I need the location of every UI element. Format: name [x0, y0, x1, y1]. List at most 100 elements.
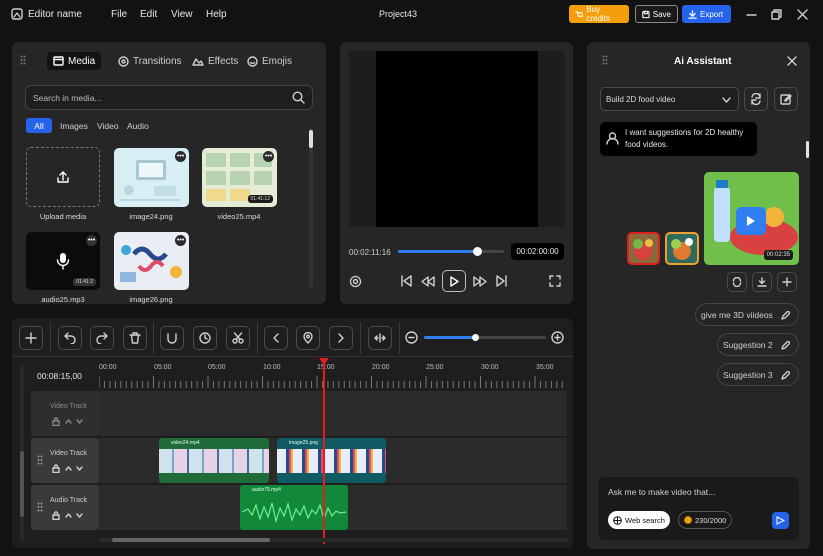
playhead[interactable]: [323, 360, 325, 544]
suggestion-chip[interactable]: give me 3D viideos: [695, 303, 799, 326]
play-button[interactable]: [442, 270, 466, 292]
chevron-down-icon[interactable]: [76, 419, 83, 424]
export-button[interactable]: Export: [682, 5, 731, 23]
restore-icon[interactable]: [771, 9, 782, 20]
filter-all[interactable]: All: [26, 118, 52, 133]
skip-start-icon[interactable]: [400, 275, 413, 287]
download-button[interactable]: [752, 272, 772, 292]
generated-video[interactable]: 00:02:35: [704, 172, 799, 265]
media-item-audio25[interactable]: ••• 01:41:2: [26, 232, 100, 290]
chevron-up-icon[interactable]: [65, 466, 72, 471]
upload-media-button[interactable]: [26, 147, 100, 207]
timeline-vscroll[interactable]: [20, 365, 24, 540]
more-options-icon[interactable]: •••: [175, 235, 186, 246]
audio-clip[interactable]: audio75.mp4: [240, 485, 348, 530]
chat-input-box[interactable]: Ask me to make video that... Web search …: [598, 477, 799, 540]
track-header[interactable]: Video Track: [31, 438, 99, 483]
split-button[interactable]: [226, 326, 250, 350]
generated-frame-1[interactable]: [627, 232, 660, 265]
menu-help[interactable]: Help: [206, 9, 227, 20]
menu-edit[interactable]: Edit: [140, 9, 157, 20]
prev-marker-button[interactable]: [264, 326, 288, 350]
track-header[interactable]: Audio Track: [31, 485, 99, 530]
drag-handle-icon[interactable]: [37, 502, 43, 512]
edit-icon[interactable]: [781, 311, 790, 320]
chevron-up-icon[interactable]: [65, 513, 72, 518]
suggestion-chip[interactable]: Suggestion 3: [717, 363, 799, 386]
edit-icon[interactable]: [781, 371, 790, 380]
magnet-button[interactable]: [160, 326, 184, 350]
timeline-hscroll[interactable]: [99, 538, 569, 542]
zoom-in-icon[interactable]: [551, 331, 564, 344]
video-clip[interactable]: video24.mp4: [159, 438, 269, 483]
new-chat-button[interactable]: [774, 87, 798, 111]
add-to-timeline-button[interactable]: [777, 272, 797, 292]
fit-button[interactable]: [368, 326, 392, 350]
chat-input[interactable]: Ask me to make video that...: [608, 487, 715, 497]
skip-end-icon[interactable]: [495, 275, 508, 287]
buy-credits-button[interactable]: Buy credits: [569, 5, 629, 23]
tab-emojis[interactable]: Emojis: [247, 52, 292, 70]
playback-progress[interactable]: [398, 246, 504, 256]
playhead-handle[interactable]: [319, 358, 329, 365]
delete-button[interactable]: [123, 326, 147, 350]
edit-icon[interactable]: [781, 341, 790, 350]
generated-frame-2[interactable]: [665, 232, 699, 265]
regenerate-button[interactable]: [727, 272, 747, 292]
redo-button[interactable]: [90, 326, 114, 350]
drag-handle-icon[interactable]: [602, 55, 608, 65]
add-button[interactable]: [19, 326, 43, 350]
chevron-up-icon[interactable]: [65, 419, 72, 424]
more-options-icon[interactable]: •••: [263, 151, 274, 162]
menu-view[interactable]: View: [171, 9, 193, 20]
play-video-button[interactable]: [736, 207, 766, 235]
media-item-image24[interactable]: •••: [114, 148, 189, 207]
media-item-image26[interactable]: •••: [114, 232, 189, 290]
media-scrollbar[interactable]: [309, 128, 313, 288]
tab-media[interactable]: Media: [47, 52, 102, 70]
video-canvas[interactable]: [376, 51, 538, 227]
refresh-button[interactable]: [744, 87, 768, 111]
timer-button[interactable]: [193, 326, 217, 350]
fast-forward-icon[interactable]: [473, 276, 487, 287]
filter-images[interactable]: Images: [60, 118, 88, 133]
next-marker-button[interactable]: [329, 326, 353, 350]
more-options-icon[interactable]: •••: [175, 151, 186, 162]
save-button[interactable]: Save: [635, 5, 678, 23]
web-search-button[interactable]: Web search: [608, 511, 670, 529]
zoom-slider[interactable]: [424, 333, 546, 341]
filter-audio[interactable]: Audio: [127, 118, 149, 133]
send-button[interactable]: [772, 512, 789, 529]
zoom-out-icon[interactable]: [405, 331, 418, 344]
media-item-video25[interactable]: ••• 01:41:12: [202, 148, 277, 207]
lock-icon[interactable]: [52, 464, 60, 473]
image-clip[interactable]: image25.png: [277, 438, 386, 483]
tab-transitions[interactable]: Transitions: [118, 52, 182, 70]
mode-select[interactable]: Build 2D food video: [600, 87, 739, 111]
more-options-icon[interactable]: •••: [86, 235, 97, 246]
minimize-icon[interactable]: [746, 9, 757, 20]
zoom-knob[interactable]: [471, 333, 479, 341]
tab-effects[interactable]: Effects: [192, 52, 238, 70]
add-marker-button[interactable]: [296, 326, 320, 350]
media-search-input[interactable]: Search in media...: [25, 85, 313, 110]
chevron-down-icon[interactable]: [76, 466, 83, 471]
lock-icon[interactable]: [52, 417, 60, 426]
drag-handle-icon[interactable]: [37, 455, 43, 465]
undo-button[interactable]: [58, 326, 82, 350]
close-window-icon[interactable]: [797, 9, 808, 20]
search-icon[interactable]: [292, 91, 305, 104]
drag-handle-icon[interactable]: [20, 55, 26, 65]
menu-file[interactable]: File: [111, 9, 127, 20]
close-icon[interactable]: [787, 56, 797, 66]
fullscreen-icon[interactable]: [549, 275, 561, 287]
chevron-down-icon[interactable]: [76, 513, 83, 518]
assistant-scrollbar[interactable]: [806, 141, 809, 158]
lock-icon[interactable]: [52, 511, 60, 520]
timeline-ruler[interactable]: [99, 374, 567, 388]
filter-video[interactable]: Video: [97, 118, 119, 133]
settings-icon[interactable]: [349, 275, 362, 288]
suggestion-chip[interactable]: Suggestion 2: [717, 333, 799, 356]
rewind-icon[interactable]: [421, 276, 435, 287]
track-header[interactable]: Video Track: [31, 391, 99, 436]
